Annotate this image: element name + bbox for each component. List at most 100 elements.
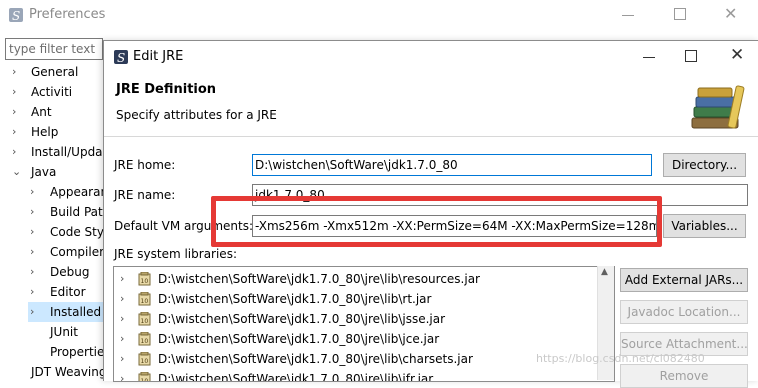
svg-text:S: S xyxy=(117,51,125,65)
chevron-right-icon[interactable]: › xyxy=(30,202,34,222)
eclipse-logo-icon: S xyxy=(9,8,23,23)
tree-item-label: Activiti xyxy=(31,85,73,99)
tree-item[interactable]: › Code Sty xyxy=(28,222,104,242)
page-title: JRE Definition xyxy=(116,82,217,97)
tree-item-label: Build Pat xyxy=(50,205,103,219)
chevron-right-icon[interactable]: › xyxy=(120,369,124,381)
tree-item[interactable]: › Help xyxy=(0,122,103,142)
library-row[interactable]: › 10 D:\wistchen\SoftWare\jdk1.7.0_80\jre\… xyxy=(114,269,594,289)
chevron-right-icon[interactable]: › xyxy=(30,222,34,242)
jar-icon: 10 xyxy=(138,351,151,366)
tree-item[interactable]: › Debug xyxy=(28,262,103,282)
jar-icon: 10 xyxy=(138,271,151,286)
remove-button[interactable]: Remove xyxy=(620,364,748,388)
jre-home-label: JRE home: xyxy=(114,158,176,172)
tree-item[interactable]: › Installed xyxy=(28,302,103,322)
chevron-right-icon[interactable]: › xyxy=(30,242,34,262)
chevron-down-icon[interactable]: ⌄ xyxy=(12,162,21,182)
tree-item-label: Code Sty xyxy=(50,225,104,239)
preferences-titlebar: S Preferences ✕ xyxy=(0,0,758,32)
chevron-right-icon[interactable]: › xyxy=(120,329,124,349)
tree-item-label: Propertie xyxy=(50,345,105,359)
tree-item-label: Compiler xyxy=(50,245,105,259)
chevron-right-icon[interactable]: › xyxy=(120,289,124,309)
chevron-right-icon[interactable]: › xyxy=(120,309,124,329)
chevron-right-icon[interactable]: › xyxy=(12,142,16,162)
tree-item-label: Installed xyxy=(50,305,102,319)
jar-icon: 10 xyxy=(138,371,151,382)
dialog-title: Edit JRE xyxy=(133,49,184,64)
library-row[interactable]: › 10 D:\wistchen\SoftWare\jdk1.7.0_80\jre\… xyxy=(114,309,594,329)
directory-button[interactable]: Directory... xyxy=(663,153,746,177)
page-subtitle: Specify attributes for a JRE xyxy=(116,108,277,122)
svg-text:10: 10 xyxy=(141,298,149,305)
tree-item[interactable]: › Activiti xyxy=(0,82,103,102)
preferences-title: Preferences xyxy=(29,7,106,22)
add-external-jars-button[interactable]: Add External JARs... xyxy=(620,268,748,292)
chevron-right-icon[interactable]: › xyxy=(12,82,16,102)
books-icon xyxy=(691,85,745,129)
library-row[interactable]: › 10 D:\wistchen\SoftWare\jdk1.7.0_80\jre\… xyxy=(114,329,594,349)
chevron-right-icon[interactable]: › xyxy=(120,269,124,289)
tree-item-label: Java xyxy=(31,165,57,179)
chevron-right-icon[interactable]: › xyxy=(120,349,124,369)
tree-item-label: Appearan xyxy=(50,185,109,199)
tree-item-label: General xyxy=(31,65,79,79)
jar-icon: 10 xyxy=(138,311,151,326)
highlight-box xyxy=(211,196,662,247)
library-row[interactable]: › 10 D:\wistchen\SoftWare\jdk1.7.0_80\jre\… xyxy=(114,349,594,369)
tree-item[interactable]: JUnit xyxy=(28,322,103,342)
tree-item[interactable]: › Ant xyxy=(0,102,103,122)
chevron-right-icon[interactable]: › xyxy=(12,62,16,82)
library-path: D:\wistchen\SoftWare\jdk1.7.0_80\jre\lib… xyxy=(158,372,434,382)
tree-item-label: Ant xyxy=(31,105,52,119)
chevron-right-icon[interactable]: › xyxy=(30,182,34,202)
javadoc-location-button[interactable]: Javadoc Location... xyxy=(620,300,748,324)
svg-text:10: 10 xyxy=(141,378,149,382)
tree-item-label: Install/Upda xyxy=(31,145,103,159)
libraries-label: JRE system libraries: xyxy=(114,247,237,261)
library-path: D:\wistchen\SoftWare\jdk1.7.0_80\jre\lib… xyxy=(158,292,432,306)
library-row[interactable]: › 10 D:\wistchen\SoftWare\jdk1.7.0_80\jre\… xyxy=(114,289,594,309)
tree-item[interactable]: ⌄ Java xyxy=(0,162,103,182)
filter-input[interactable]: type filter text xyxy=(5,38,103,60)
chevron-right-icon[interactable]: › xyxy=(30,262,34,282)
svg-text:10: 10 xyxy=(141,318,149,325)
variables-button[interactable]: Variables... xyxy=(663,214,746,238)
jre-home-input[interactable]: D:\wistchen\SoftWare\jdk1.7.0_80 xyxy=(252,154,652,176)
chevron-right-icon[interactable]: › xyxy=(12,122,16,142)
tree-item-label: Editor xyxy=(50,285,86,299)
watermark: https://blog.csdn.net/cl082480 xyxy=(536,352,705,365)
chevron-right-icon[interactable]: › xyxy=(30,282,34,302)
jar-icon: 10 xyxy=(138,291,151,306)
tree-item[interactable]: › Compiler xyxy=(28,242,105,262)
tree-item[interactable]: › Install/Upda xyxy=(0,142,103,162)
chevron-right-icon[interactable]: › xyxy=(12,102,16,122)
svg-text:S: S xyxy=(12,9,20,23)
minimize-icon[interactable] xyxy=(622,15,634,16)
tree-item[interactable]: › Build Pat xyxy=(28,202,103,222)
filter-placeholder: type filter text xyxy=(9,42,96,56)
library-row[interactable]: › 10 D:\wistchen\SoftWare\jdk1.7.0_80\jre\… xyxy=(114,369,594,382)
tree-item[interactable]: JDT Weaving xyxy=(0,362,107,382)
tree-item[interactable]: Propertie xyxy=(28,342,105,362)
tree-item-label: JUnit xyxy=(50,325,78,339)
tree-item-label: Debug xyxy=(50,265,90,279)
maximize-icon[interactable] xyxy=(674,8,686,20)
close-icon[interactable]: ✕ xyxy=(730,45,744,65)
definition-banner: JRE Definition Specify attributes for a … xyxy=(104,73,758,137)
close-icon[interactable]: ✕ xyxy=(724,4,737,23)
maximize-icon[interactable] xyxy=(685,50,697,62)
scroll-up-icon[interactable]: ▲ xyxy=(601,267,608,277)
svg-text:10: 10 xyxy=(141,278,149,285)
library-path: D:\wistchen\SoftWare\jdk1.7.0_80\jre\lib… xyxy=(158,272,480,286)
tree-item[interactable]: › General xyxy=(0,62,103,82)
tree-item[interactable]: › Editor xyxy=(28,282,103,302)
tree-item[interactable]: › Appearan xyxy=(28,182,108,202)
minimize-icon[interactable] xyxy=(643,57,655,58)
chevron-right-icon[interactable]: › xyxy=(30,302,34,322)
tree-item-label: JDT Weaving xyxy=(31,365,107,379)
jar-icon: 10 xyxy=(138,331,151,346)
library-path: D:\wistchen\SoftWare\jdk1.7.0_80\jre\lib… xyxy=(158,312,446,326)
svg-text:10: 10 xyxy=(141,358,149,365)
